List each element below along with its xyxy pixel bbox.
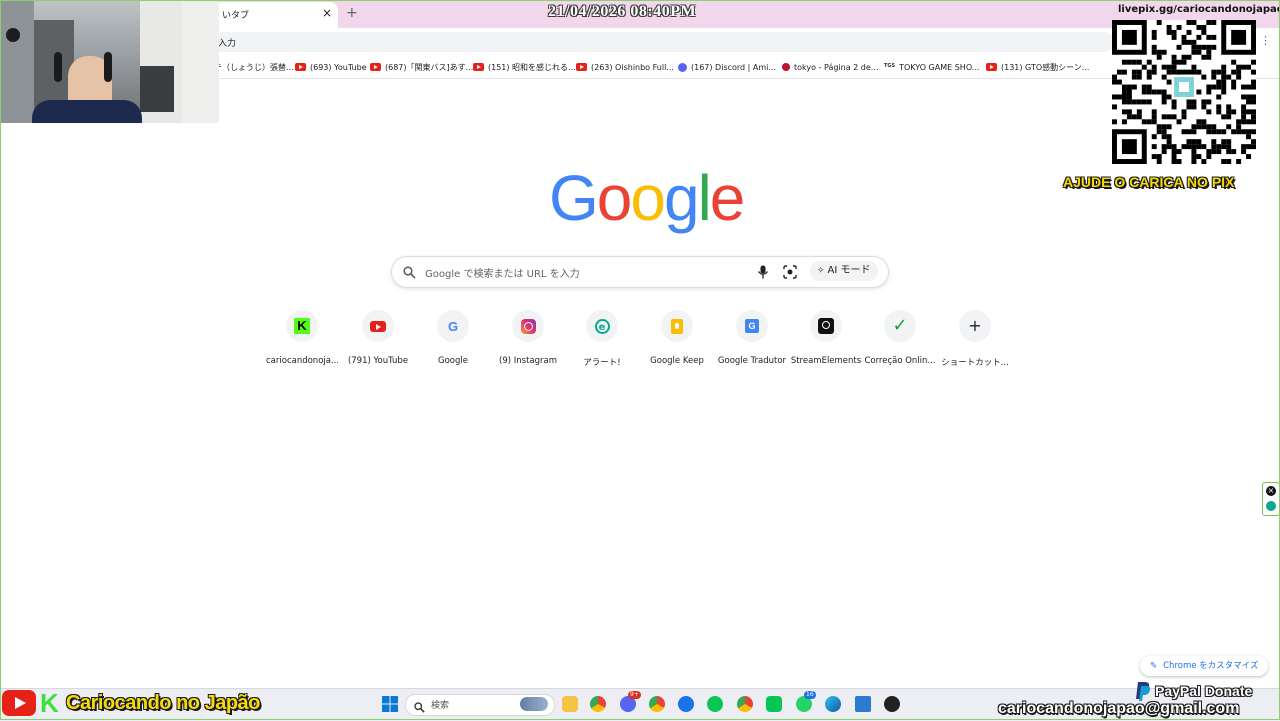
windows-start-icon[interactable]: [382, 696, 398, 716]
shortcut-google-tradutor[interactable]: G Google Tradutor: [716, 310, 788, 366]
bookmark-item[interactable]: tokyo - Página 2 de...: [782, 61, 878, 73]
translate-icon: G: [745, 319, 759, 333]
edge-icon[interactable]: [1266, 501, 1276, 511]
youtube-icon: [576, 63, 587, 71]
notepad-icon[interactable]: [855, 696, 871, 712]
stream-timestamp: 21/04/2026 08:40PM: [548, 3, 697, 20]
tab-close-icon[interactable]: ×: [322, 6, 332, 20]
close-circle-icon[interactable]: ×: [1266, 486, 1276, 496]
pencil-icon: ✎: [1150, 661, 1158, 671]
shortcut-youtube[interactable]: (791) YouTube: [342, 310, 414, 366]
bookmark-item[interactable]: (693) YouTube: [295, 61, 367, 73]
bookmark-item[interactable]: (263) Oishinbo Full...: [576, 61, 674, 73]
address-bar[interactable]: [214, 32, 1114, 52]
streamelements-e-icon: e: [594, 318, 610, 334]
youtube-icon: [295, 63, 306, 71]
bookmark-item[interactable]: チ（しょうじ）張替...: [214, 61, 294, 73]
sparkle-search-icon: ✧: [817, 266, 825, 276]
kick-icon: K: [294, 318, 310, 334]
address-bar-text: 入力: [218, 39, 237, 49]
network-app-icon[interactable]: [678, 696, 694, 712]
checkmark-icon: ✓: [892, 315, 908, 336]
apple-icon: [782, 63, 790, 71]
bookmark-item[interactable]: (687)「関東バス]あす...: [370, 61, 473, 73]
vertical-dots-icon[interactable]: ⋮: [1260, 35, 1271, 47]
side-tool-panel[interactable]: ×: [1262, 482, 1280, 516]
chrome-icon[interactable]: [590, 696, 606, 712]
line-icon[interactable]: [707, 696, 723, 712]
search-icon: [403, 264, 416, 283]
streamelements-icon: [818, 318, 834, 334]
google-logo: Google: [549, 162, 745, 234]
tgs-icon: TGS: [884, 63, 896, 69]
discord-badge: 9+: [628, 691, 641, 699]
paypal-donate-text: PayPal Donate: [1155, 683, 1253, 699]
keep-icon: [671, 318, 683, 334]
search-placeholder: Google で検索または URL を入力: [425, 269, 580, 280]
taskbar-search-placeholder: 検索: [431, 701, 450, 711]
donation-email: cariocandonojapao@gmail.com: [998, 700, 1240, 717]
new-tab-button[interactable]: +: [346, 5, 358, 21]
webcam-overlay: [0, 0, 219, 123]
microphone-icon[interactable]: [757, 264, 769, 283]
bookmark-item[interactable]: (131) GTO感動シーン...: [986, 61, 1089, 73]
youtube-icon: [473, 63, 484, 71]
bookmark-item[interactable]: (167) Discord | Ami...: [678, 61, 776, 73]
youtube-icon: [370, 63, 381, 71]
line-chat-icon[interactable]: [766, 696, 782, 712]
tab-title: いタブ: [222, 11, 250, 21]
obs-icon[interactable]: [884, 696, 900, 712]
chrome-app-icon[interactable]: [737, 696, 753, 712]
customize-chrome-button[interactable]: ✎ Chrome をカスタマイズ: [1140, 656, 1269, 676]
discord-icon: [678, 62, 687, 72]
shortcut-google[interactable]: G Google: [417, 310, 489, 366]
chrome-profile-icon[interactable]: [649, 696, 665, 712]
channel-name: Cariocando no Japão: [66, 692, 260, 714]
edge-browser-icon[interactable]: [825, 696, 841, 712]
ai-mode-button[interactable]: ✧ AI モード: [810, 261, 878, 281]
youtube-icon: [986, 63, 997, 71]
kick-logo-icon: K: [40, 688, 59, 718]
camera-search-icon[interactable]: [783, 264, 797, 283]
shortcut-alert[interactable]: e アラート!: [566, 310, 638, 368]
livepix-url: livepix.gg/cariocandonojapao: [1118, 4, 1280, 15]
qr-code: [1112, 20, 1256, 164]
shortcut-correcao[interactable]: ✓ Correção Onlin...: [864, 310, 936, 366]
youtube-icon: [370, 320, 386, 332]
plus-icon: +: [968, 316, 982, 335]
shortcut-add[interactable]: + ショートカット...: [939, 310, 1011, 368]
youtube-logo-icon: [2, 690, 36, 716]
file-explorer-icon[interactable]: [562, 696, 578, 712]
instagram-icon: [520, 318, 536, 334]
bookmark-item[interactable]: TGS TOKYO GAME SHO...: [884, 61, 979, 73]
search-icon: [414, 698, 425, 717]
shortcut-google-keep[interactable]: Google Keep: [641, 310, 713, 366]
whatsapp-badge: 16: [804, 691, 816, 699]
pix-donation-text: AJUDE O CARICA NO PIX: [1063, 174, 1235, 190]
bookmark-item[interactable]: (151) 昭和を感じれる...: [473, 61, 576, 73]
google-icon: G: [447, 318, 459, 334]
shortcut-streamelements[interactable]: StreamElements: [790, 310, 862, 366]
shortcut-instagram[interactable]: (9) Instagram: [492, 310, 564, 366]
shortcut-cariocandonojapao[interactable]: K cariocandonoja...: [266, 310, 338, 366]
search-highlight-icon: [520, 697, 548, 711]
